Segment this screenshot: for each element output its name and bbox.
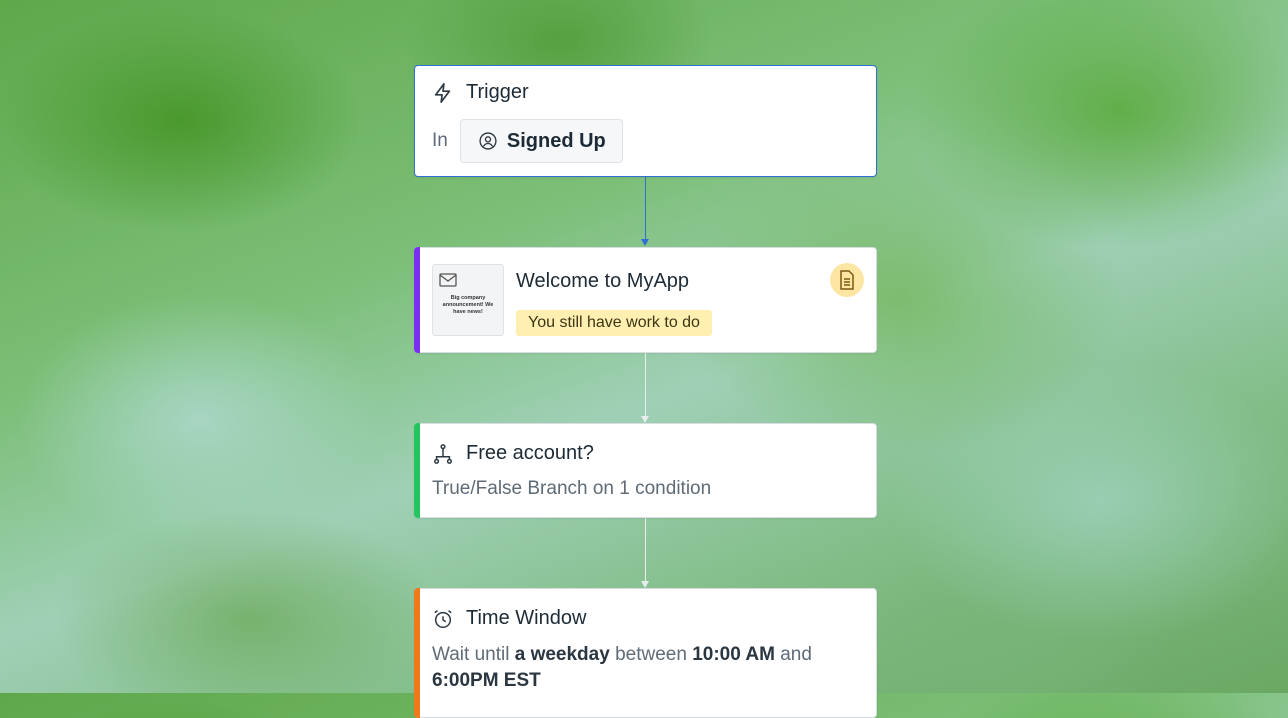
trigger-event-label: Signed Up (506, 129, 606, 152)
document-icon[interactable] (830, 263, 864, 297)
time-window-card[interactable]: Time Window Wait until a weekday between… (414, 588, 877, 718)
time-window-title: Time Window (466, 607, 587, 629)
desc-and: and (780, 644, 812, 665)
trigger-card[interactable]: Trigger In Signed Up (414, 65, 877, 177)
time-window-accent-bar (414, 588, 420, 718)
connector-arrow (641, 581, 649, 588)
desc-prefix: Wait until (432, 644, 510, 665)
branch-title: Free account? (466, 442, 594, 464)
email-thumbnail-text: Big company announcement! We have news! (442, 295, 494, 315)
connector-trigger-email (645, 177, 646, 241)
connector-arrow (641, 416, 649, 423)
trigger-event-pill[interactable]: Signed Up (459, 119, 623, 163)
desc-start-time: 10:00 AM (692, 644, 775, 665)
desc-end-time: 6:00PM EST (432, 670, 541, 691)
branch-accent-bar (414, 423, 420, 518)
connector-arrow (641, 239, 649, 246)
desc-day: a weekday (514, 644, 610, 665)
email-accent-bar (414, 247, 420, 353)
workflow-canvas: Trigger In Signed Up Big company announc… (0, 0, 1288, 718)
lightning-icon (432, 82, 454, 104)
email-status-badge: You still have work to do (516, 310, 712, 336)
user-circle-icon (477, 130, 499, 152)
email-card[interactable]: Big company announcement! We have news! … (414, 247, 877, 353)
desc-between: between (615, 644, 687, 665)
connector-branch-timewindow (645, 518, 646, 582)
connector-email-branch (645, 353, 646, 417)
branch-card[interactable]: Free account? True/False Branch on 1 con… (414, 423, 877, 518)
email-title: Welcome to MyApp (516, 270, 690, 292)
alarm-clock-icon (432, 608, 454, 630)
time-window-description: Wait until a weekday between 10:00 AM an… (432, 642, 862, 694)
trigger-title: Trigger (466, 81, 529, 103)
email-thumbnail[interactable]: Big company announcement! We have news! (432, 264, 504, 336)
trigger-in-label: In (432, 130, 448, 151)
branch-icon (432, 443, 454, 465)
envelope-icon (439, 273, 457, 292)
branch-description: True/False Branch on 1 condition (432, 478, 712, 499)
